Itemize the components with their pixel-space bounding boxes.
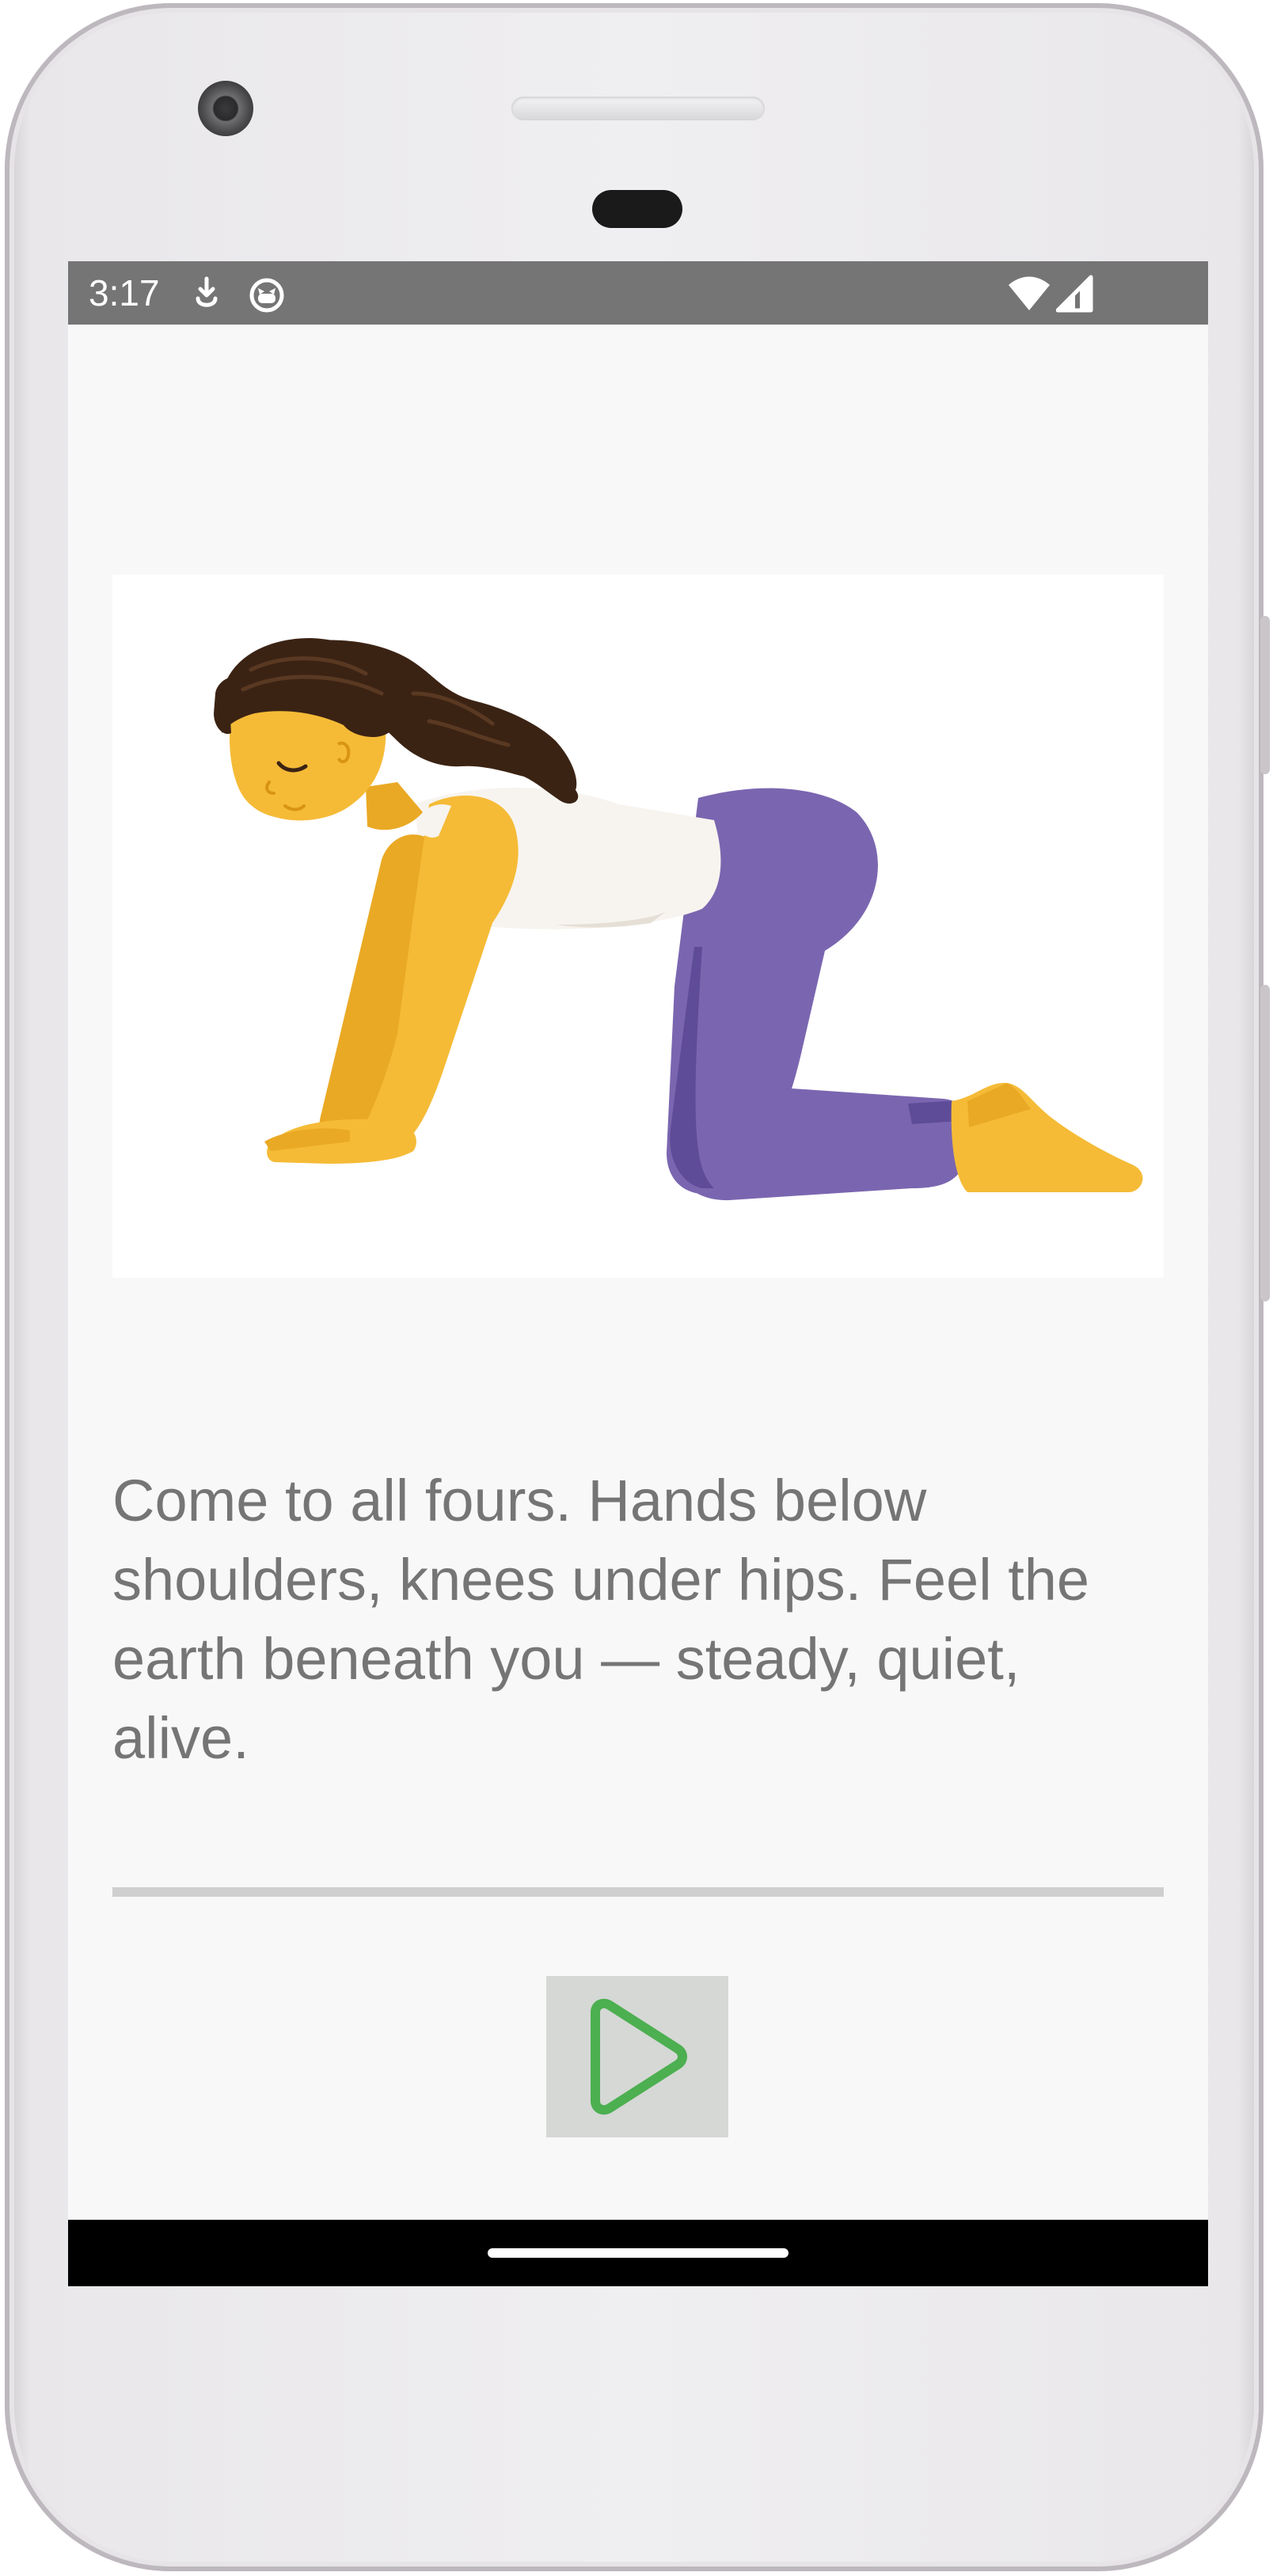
earpiece-speaker	[511, 97, 765, 120]
phone-frame: 3:17 Come to all fours. Hands below shou…	[5, 3, 1270, 2571]
play-button[interactable]	[546, 1976, 728, 2137]
volume-button	[1260, 985, 1270, 1301]
navigation-bar	[68, 2220, 1208, 2286]
download-icon	[196, 276, 218, 307]
play-icon	[591, 1998, 687, 2115]
app-screen: 3:17 Come to all fours. Hands below shou…	[68, 261, 1208, 2286]
wifi-icon	[1009, 276, 1050, 310]
pose-instruction-text: Come to all fours. Hands below shoulders…	[112, 1468, 1090, 1771]
power-button	[1260, 616, 1270, 774]
cat-pose-illustration	[214, 638, 1143, 1201]
status-bar: 3:17	[68, 261, 1208, 325]
status-time: 3:17	[89, 272, 160, 313]
front-camera	[198, 81, 253, 136]
home-gesture-handle[interactable]	[488, 2248, 788, 2258]
signal-icon	[1056, 275, 1093, 313]
proximity-sensor	[592, 190, 682, 228]
progress-divider	[112, 1887, 1164, 1897]
pose-illustration-card	[112, 575, 1164, 1278]
cat-face-icon	[249, 278, 284, 313]
